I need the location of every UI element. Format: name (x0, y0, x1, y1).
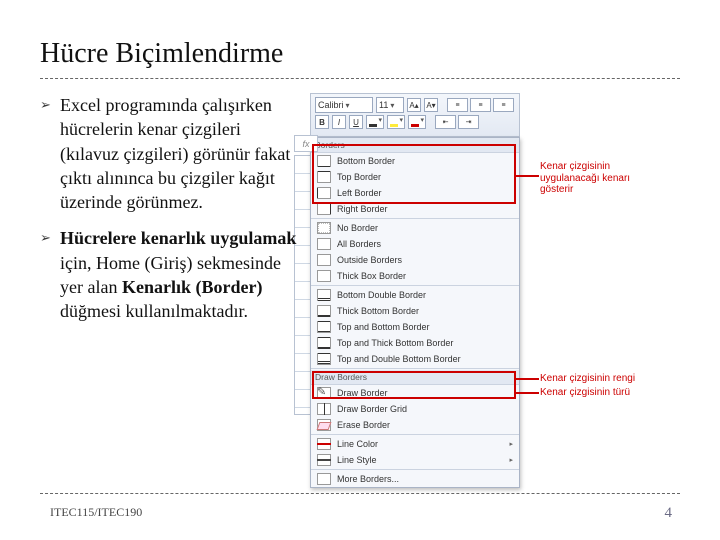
draw-icon (317, 438, 331, 450)
annotation-line (515, 175, 539, 177)
border-item-ab[interactable]: All Borders (311, 236, 519, 252)
annotation-line (515, 378, 539, 380)
draw-item-label: Line Color (337, 439, 378, 449)
grow-font-icon[interactable]: A▴ (407, 98, 421, 112)
shrink-font-icon[interactable]: A▾ (424, 98, 438, 112)
excel-screenshot: fx Calibri▾ 11▾ A▴ A▾ ≡ ≡ ≡ B I (310, 93, 660, 488)
font-size-combo[interactable]: 11▾ (376, 97, 404, 113)
border-item-thb[interactable]: Thick Bottom Border (311, 303, 519, 319)
border-icon (317, 203, 331, 215)
border-item-tbdb[interactable]: Top and Double Bottom Border (311, 351, 519, 367)
align-mid-icon[interactable]: ≡ (470, 98, 491, 112)
border-icon (317, 337, 331, 349)
border-icon (317, 353, 331, 365)
page-number: 4 (665, 505, 673, 522)
chevron-right-icon: ▸ (509, 456, 513, 464)
border-item-ob[interactable]: Outside Borders (311, 252, 519, 268)
bullet-icon: ➢ (40, 229, 51, 247)
draw-item-grid[interactable]: Draw Border Grid (311, 401, 519, 417)
align-top-icon[interactable]: ≡ (447, 98, 468, 112)
annotation-edge: Kenar çizgisinin uygulanacağı kenarı gös… (540, 161, 640, 196)
ribbon-font-group: Calibri▾ 11▾ A▴ A▾ ≡ ≡ ≡ B I U (310, 93, 520, 137)
slide-title: Hücre Biçimlendirme (40, 38, 680, 70)
draw-item-ls[interactable]: Line Style ▸ (311, 452, 519, 468)
draw-icon (317, 454, 331, 466)
font-color-button[interactable] (408, 115, 426, 129)
border-item-label: Right Border (337, 204, 388, 214)
draw-item-erase[interactable]: Erase Border (311, 417, 519, 433)
italic-button[interactable]: I (332, 115, 346, 129)
border-item-label: Thick Bottom Border (337, 306, 419, 316)
border-icon (317, 222, 331, 234)
border-item-label: Outside Borders (337, 255, 402, 265)
draw-icon (317, 403, 331, 415)
border-icon (317, 238, 331, 250)
draw-item-label: Line Style (337, 455, 377, 465)
draw-item-label: Draw Border Grid (337, 404, 407, 414)
border-item-label: Thick Box Border (337, 271, 406, 281)
border-item-nb[interactable]: No Border (311, 220, 519, 236)
border-icon (317, 289, 331, 301)
border-icon (317, 270, 331, 282)
footer-divider (40, 493, 680, 494)
draw-item-more[interactable]: More Borders... (311, 471, 519, 487)
border-item-tbb[interactable]: Top and Bottom Border (311, 319, 519, 335)
highlight-box (312, 371, 516, 399)
indent-right-icon[interactable]: ⇥ (458, 115, 479, 129)
fill-color-button[interactable] (387, 115, 405, 129)
border-item-label: All Borders (337, 239, 381, 249)
annotation-color: Kenar çizgisinin rengi (540, 373, 650, 385)
border-item-label: No Border (337, 223, 378, 233)
border-item-tbtk[interactable]: Top and Thick Bottom Border (311, 335, 519, 351)
border-icon (317, 305, 331, 317)
border-icon (317, 321, 331, 333)
border-item-label: Top and Bottom Border (337, 322, 430, 332)
border-item-label: Bottom Double Border (337, 290, 426, 300)
draw-icon (317, 419, 331, 431)
bullet-list: ➢Excel programında çalışırken hücrelerin… (40, 93, 300, 336)
border-item-label: Top and Thick Bottom Border (337, 338, 453, 348)
underline-button[interactable]: U (349, 115, 363, 129)
bold-button[interactable]: B (315, 115, 329, 129)
bullet-icon: ➢ (40, 96, 51, 114)
border-item-bdb[interactable]: Bottom Double Border (311, 287, 519, 303)
indent-left-icon[interactable]: ⇤ (435, 115, 456, 129)
border-item-tkb[interactable]: Thick Box Border (311, 268, 519, 284)
footer-course: ITEC115/ITEC190 (50, 505, 142, 520)
bullet-2: ➢Hücrelere kenarlık uygulamak için, Home… (40, 226, 300, 323)
align-bot-icon[interactable]: ≡ (493, 98, 514, 112)
bullet-1: ➢Excel programında çalışırken hücrelerin… (40, 93, 300, 214)
annotation-line (515, 392, 539, 394)
border-icon (317, 254, 331, 266)
annotation-style: Kenar çizgisinin türü (540, 387, 650, 399)
title-divider (40, 78, 680, 79)
border-button[interactable] (366, 115, 384, 129)
draw-item-label: Erase Border (337, 420, 390, 430)
font-name-combo[interactable]: Calibri▾ (315, 97, 373, 113)
chevron-right-icon: ▸ (509, 440, 513, 448)
draw-icon (317, 473, 331, 485)
draw-item-lc[interactable]: Line Color ▸ (311, 436, 519, 452)
draw-item-label: More Borders... (337, 474, 399, 484)
border-item-label: Top and Double Bottom Border (337, 354, 461, 364)
highlight-box (312, 144, 516, 204)
